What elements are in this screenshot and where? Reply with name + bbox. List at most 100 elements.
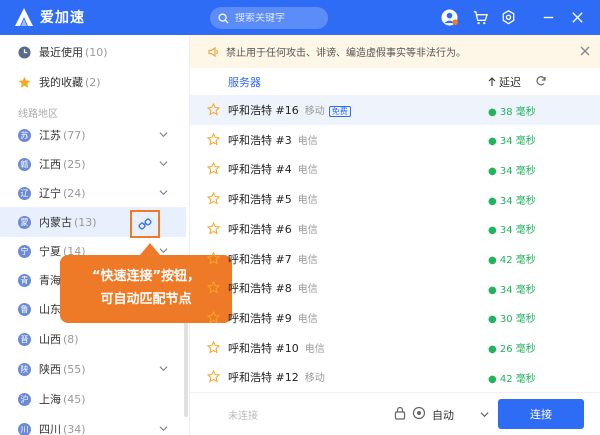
star-outline-icon[interactable] [207, 132, 220, 146]
sidebar-item-sichuan[interactable]: 川 四川 (34) [0, 414, 186, 435]
chevron-down-icon[interactable] [159, 130, 168, 139]
server-name-group: 呼和浩特 #10 电信 [228, 340, 325, 356]
server-carrier: 电信 [304, 343, 325, 355]
chevron-down-icon[interactable] [159, 364, 168, 373]
sidebar-item-label: 青海 [39, 274, 61, 287]
sidebar-scrollbar[interactable] [184, 317, 188, 417]
server-row[interactable]: 呼和浩特 #4 电信 ● 34 毫秒 [190, 154, 600, 184]
search-box[interactable] [210, 7, 328, 29]
quick-connect-button[interactable] [130, 210, 160, 238]
sidebar-item-label: 山东 [39, 303, 61, 316]
chevron-down-icon[interactable] [159, 424, 168, 433]
server-carrier: 电信 [297, 254, 318, 266]
sidebar-item-shanxi[interactable]: 晋 山西 (8) [0, 324, 186, 354]
sidebar-item-liaoning[interactable]: 辽 辽宁 (24) [0, 178, 186, 208]
server-latency: ● 34 毫秒 [488, 195, 536, 207]
sidebar-item-count: (45) [63, 392, 86, 406]
server-latency: ● 34 毫秒 [488, 136, 536, 148]
mode-select[interactable]: 自动 [432, 407, 454, 423]
sidebar-item-recent[interactable]: 最近使用 (10) [0, 37, 186, 67]
sidebar-item-label: 四川 [39, 423, 61, 435]
sidebar-item-label: 内蒙古 [39, 216, 72, 229]
server-row[interactable]: 呼和浩特 #8 电信 ● 34 毫秒 [190, 273, 600, 303]
server-row[interactable]: 呼和浩特 #3 电信 ● 34 毫秒 [190, 125, 600, 155]
star-outline-icon[interactable] [207, 281, 220, 294]
sidebar-item-count: (25) [63, 157, 86, 171]
chevron-down-icon[interactable] [159, 246, 168, 255]
sidebar-item-label: 江苏 [39, 129, 61, 142]
cart-icon[interactable] [472, 9, 489, 26]
chevron-down-icon[interactable] [159, 188, 168, 197]
sidebar-item-count: (2) [85, 75, 101, 89]
server-row[interactable]: 呼和浩特 #7 电信 ● 42 毫秒 [190, 244, 600, 274]
chevron-down-icon[interactable] [480, 410, 489, 419]
sidebar-item-jiangxi[interactable]: 赣 江西 (25) [0, 149, 186, 179]
close-icon[interactable] [569, 9, 586, 26]
server-row[interactable]: 呼和浩特 #12 移动 ● 42 毫秒 [190, 362, 600, 392]
star-filled-icon [18, 76, 31, 88]
sidebar-item-count: (13) [74, 215, 97, 229]
column-latency-label: 延迟 [499, 75, 521, 89]
sidebar-item-label: 山西 [39, 333, 61, 346]
user-avatar-icon[interactable] [441, 9, 458, 26]
sidebar-item-count: (8) [63, 332, 79, 346]
star-outline-icon[interactable] [207, 192, 220, 205]
star-outline-icon[interactable] [207, 221, 220, 235]
link-icon [138, 218, 152, 230]
server-name: 呼和浩特 #5 [228, 193, 292, 207]
column-server[interactable]: 服务器 [228, 74, 261, 90]
settings-icon[interactable] [500, 9, 517, 26]
title-bar: 爱加速 [0, 0, 600, 35]
speaker-icon [208, 46, 218, 57]
region-section-label: 线路地区 [18, 109, 58, 120]
free-badge: 免费 [328, 106, 351, 117]
server-name-group: 呼和浩特 #4 电信 [228, 161, 318, 177]
server-table-header: 服务器 延迟 [190, 68, 600, 95]
connect-button[interactable]: 连接 [498, 399, 584, 429]
server-row[interactable]: 呼和浩特 #5 电信 ● 34 毫秒 [190, 184, 600, 214]
column-latency[interactable]: 延迟 [488, 74, 521, 90]
chevron-down-icon[interactable] [159, 159, 168, 168]
notice-bar: 禁止用于任何攻击、诽谤、编造虚假事实等非法行为。 [190, 35, 600, 68]
sidebar-item-jiangsu[interactable]: 苏 江苏 (77) [0, 120, 186, 150]
region-badge-icon: 晋 [18, 332, 31, 346]
server-row[interactable]: 呼和浩特 #10 电信 ● 26 毫秒 [190, 333, 600, 363]
region-badge-icon: 蒙 [18, 215, 31, 229]
sidebar-item-shaanxi[interactable]: 陕 陕西 (55) [0, 354, 186, 384]
star-outline-icon[interactable] [207, 103, 220, 116]
region-badge-icon: 沪 [18, 392, 31, 406]
server-latency: ● 34 毫秒 [488, 225, 536, 237]
sidebar-item-label: 陕西 [39, 363, 61, 376]
refresh-icon[interactable] [535, 75, 547, 87]
search-input[interactable] [235, 12, 325, 24]
server-name: 呼和浩特 #7 [228, 252, 292, 266]
region-badge-icon: 青 [18, 273, 31, 287]
star-outline-icon[interactable] [207, 340, 220, 354]
server-latency: ● 42 毫秒 [488, 255, 536, 266]
notice-close-icon[interactable] [580, 46, 590, 56]
server-latency: ● 42 毫秒 [488, 373, 536, 385]
sidebar-item-favorites[interactable]: 我的收藏 (2) [0, 67, 186, 97]
sidebar-item-shanghai[interactable]: 沪 上海 (45) [0, 384, 186, 414]
server-row[interactable]: 呼和浩特 #6 电信 ● 34 毫秒 [190, 214, 600, 244]
server-carrier: 电信 [297, 195, 318, 207]
star-outline-icon[interactable] [207, 370, 220, 383]
server-row[interactable]: 呼和浩特 #9 电信 ● 30 毫秒 [190, 303, 600, 333]
sidebar-item-label: 上海 [39, 393, 61, 406]
star-outline-icon[interactable] [207, 162, 220, 175]
connection-status: 未连接 [228, 411, 258, 422]
server-name: 呼和浩特 #9 [228, 311, 292, 325]
star-outline-icon[interactable] [207, 310, 220, 324]
minimize-icon[interactable] [540, 9, 557, 26]
server-name: 呼和浩特 #3 [228, 133, 292, 147]
server-carrier: 电信 [297, 224, 318, 236]
server-carrier: 电信 [297, 135, 318, 147]
server-name-group: 呼和浩特 #12 移动 [228, 369, 325, 385]
sidebar-item-count: (34) [63, 422, 86, 435]
region-badge-icon: 鲁 [18, 302, 31, 316]
mode-icon [412, 406, 426, 420]
star-outline-icon[interactable] [207, 251, 220, 265]
sidebar-item-count: (10) [85, 45, 108, 59]
lock-icon[interactable] [393, 406, 407, 420]
server-row[interactable]: 呼和浩特 #16 移动 免费 ● 38 毫秒 [190, 95, 600, 125]
